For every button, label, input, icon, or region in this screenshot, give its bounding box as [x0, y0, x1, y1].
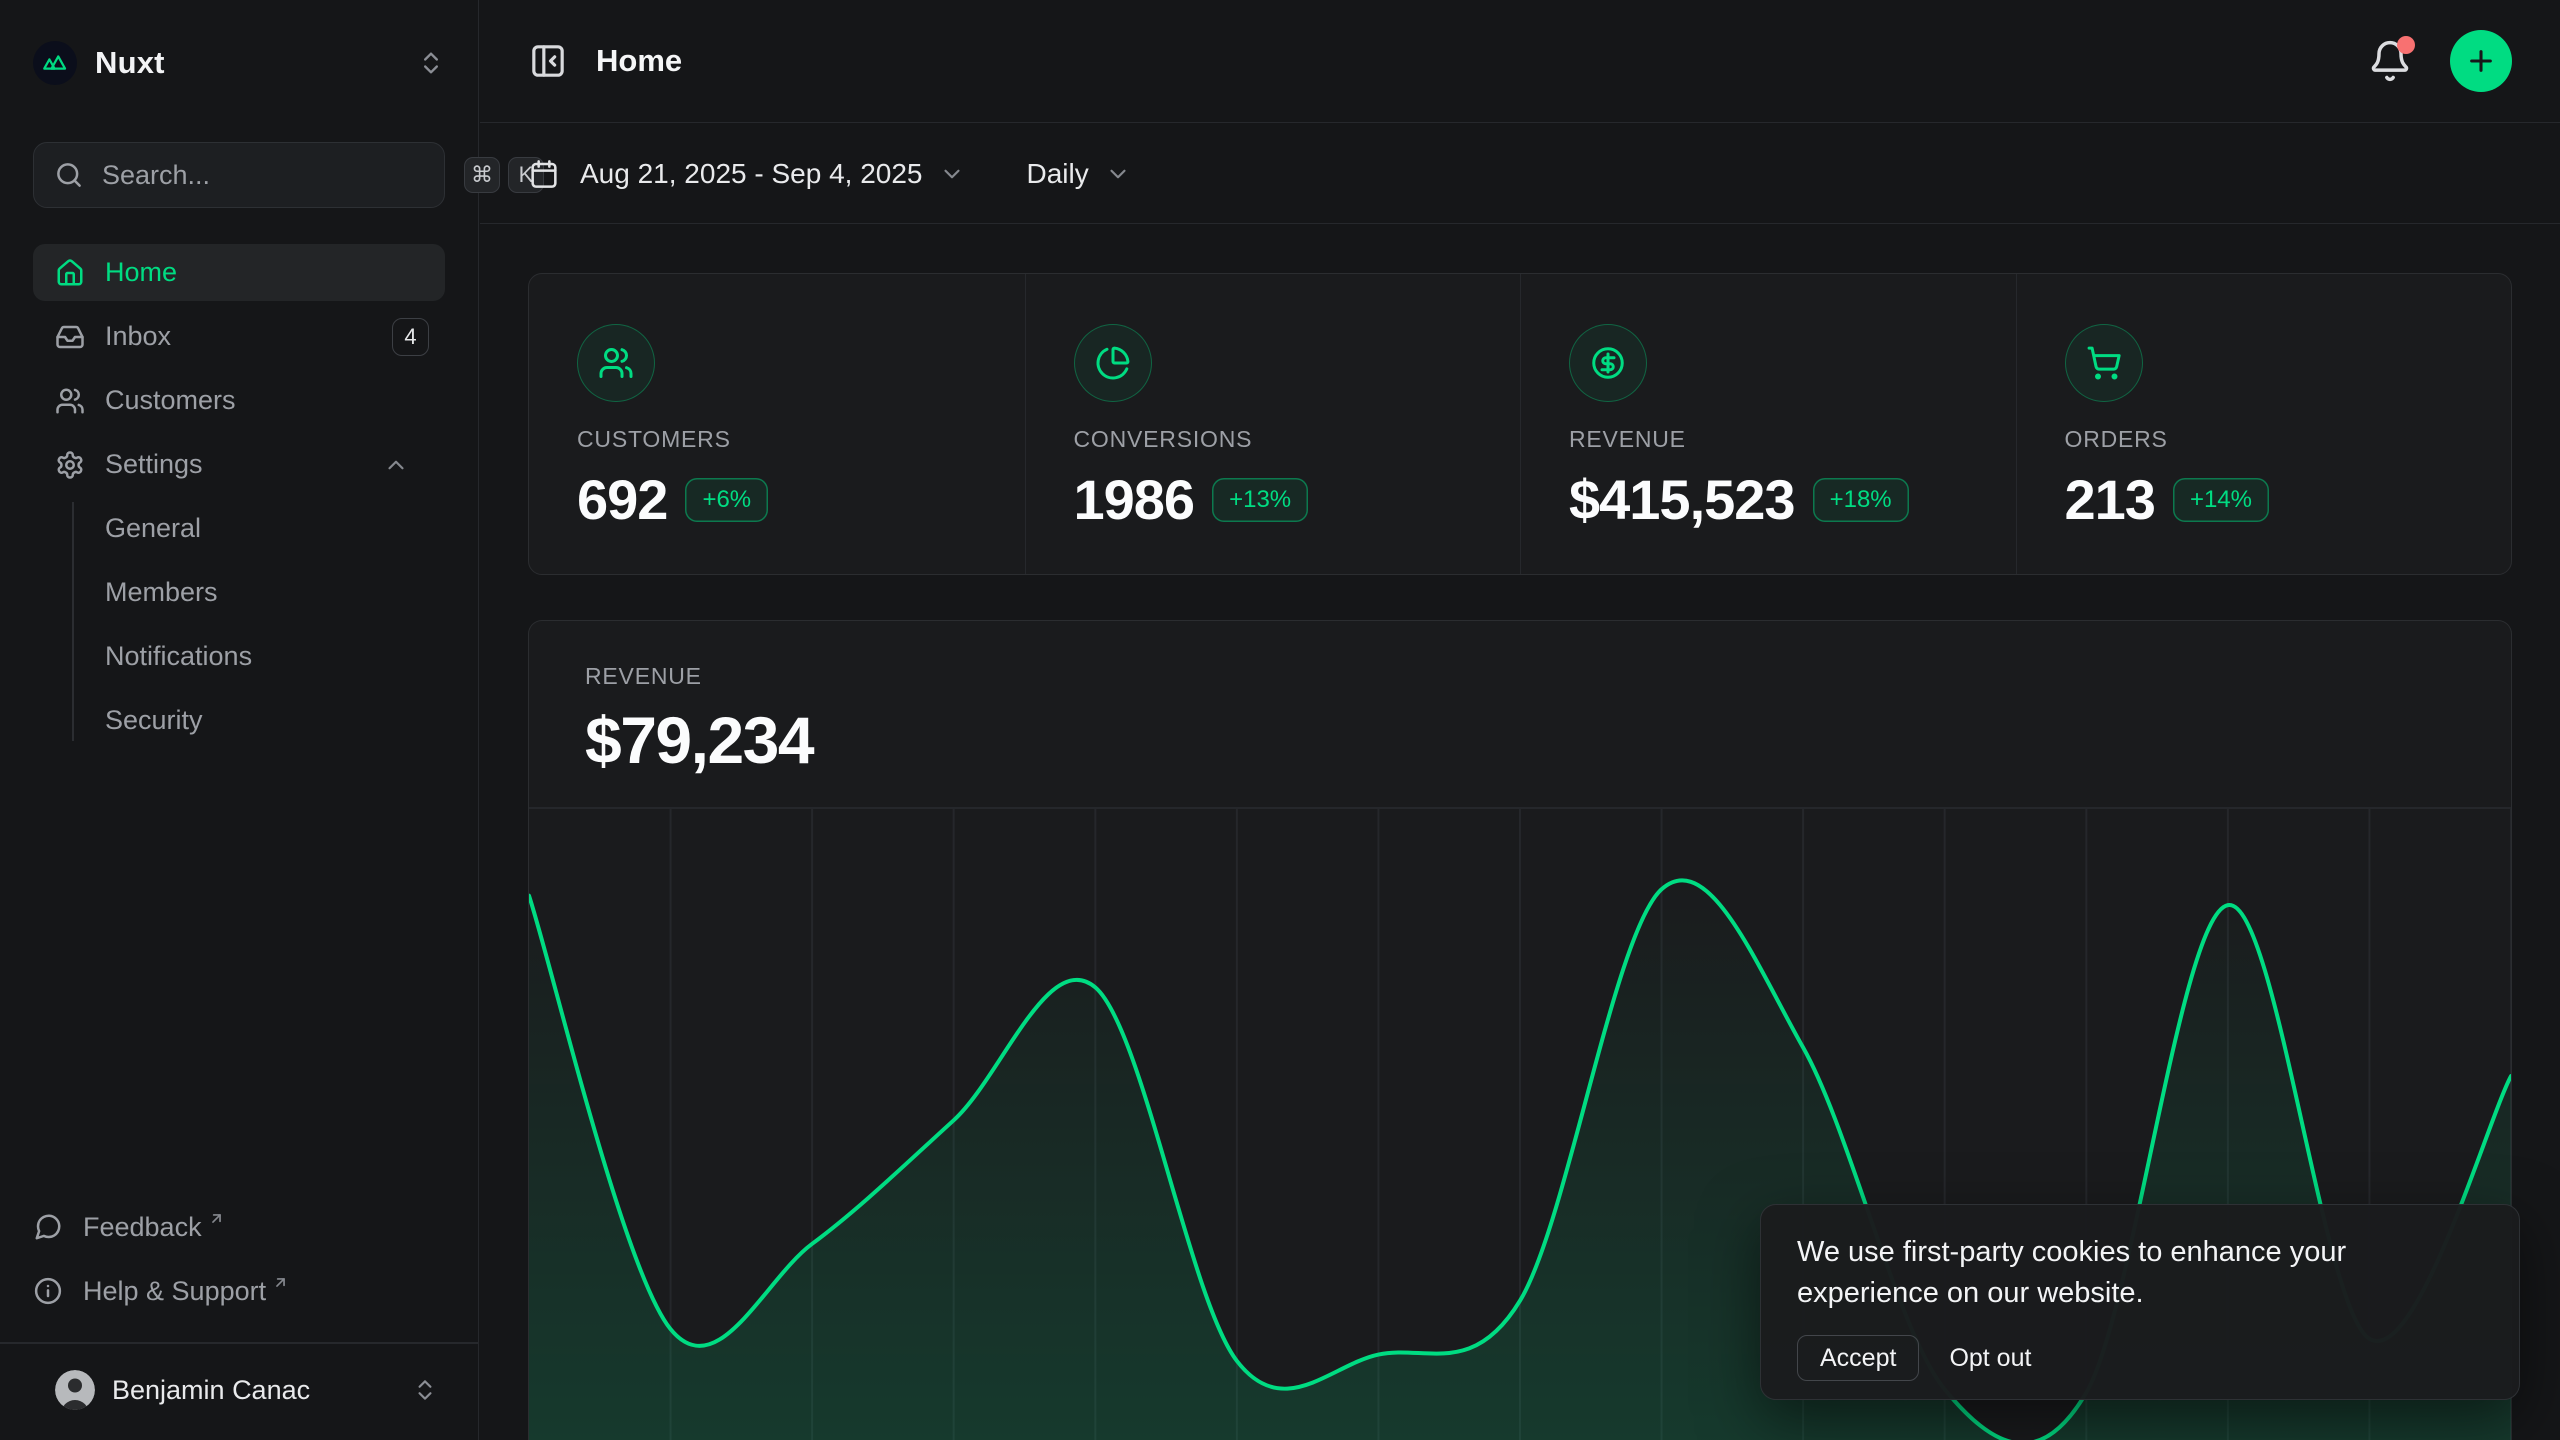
- shopping-cart-icon: [2065, 324, 2143, 402]
- stat-label: CONVERSIONS: [1074, 426, 1473, 453]
- calendar-icon: [528, 158, 560, 190]
- nuxt-logo-icon: [33, 41, 77, 85]
- chevron-down-icon: [1105, 161, 1131, 187]
- sub-item-label: Notifications: [105, 641, 252, 672]
- stat-delta-badge: +14%: [2173, 478, 2269, 522]
- plus-icon: [2465, 45, 2497, 77]
- sidebar-divider: [0, 1342, 478, 1344]
- accept-button[interactable]: Accept: [1797, 1335, 1919, 1381]
- chevron-down-icon: [939, 161, 965, 187]
- notification-dot: [2397, 36, 2415, 54]
- users-icon: [577, 324, 655, 402]
- stat-delta-badge: +13%: [1212, 478, 1308, 522]
- inbox-icon: [55, 322, 85, 352]
- collapse-sidebar-icon[interactable]: [528, 41, 568, 81]
- gear-icon: [55, 450, 85, 480]
- stat-delta-badge: +6%: [685, 478, 768, 522]
- sidebar-item-notifications[interactable]: Notifications: [72, 628, 445, 685]
- sidebar: Nuxt ⌘ K Home Inbox 4: [0, 0, 479, 1440]
- stat-card-revenue: REVENUE $415,523 +18%: [1520, 274, 2016, 574]
- stat-value: 1986: [1074, 467, 1195, 532]
- cookie-message: We use first-party cookies to enhance yo…: [1797, 1232, 2483, 1314]
- opt-out-button[interactable]: Opt out: [1933, 1335, 2047, 1381]
- cookie-actions: Accept Opt out: [1797, 1335, 2483, 1381]
- chevrons-up-down-icon: [417, 49, 445, 77]
- help-support-label: Help & Support: [83, 1276, 266, 1307]
- sidebar-item-label: Inbox: [105, 321, 171, 352]
- sub-item-label: General: [105, 513, 201, 544]
- chevron-up-icon: [383, 452, 409, 478]
- users-icon: [55, 386, 85, 416]
- sub-item-label: Security: [105, 705, 203, 736]
- add-button[interactable]: [2450, 30, 2512, 92]
- cookie-banner: We use first-party cookies to enhance yo…: [1760, 1204, 2520, 1400]
- sidebar-item-inbox[interactable]: Inbox 4: [33, 308, 445, 365]
- revenue-total: $79,234: [585, 702, 2455, 778]
- stat-delta-badge: +18%: [1813, 478, 1909, 522]
- stat-card-orders: ORDERS 213 +14%: [2016, 274, 2512, 574]
- feedback-label: Feedback: [83, 1212, 202, 1243]
- revenue-header: REVENUE $79,234: [529, 621, 2511, 778]
- avatar: [55, 1370, 95, 1410]
- sidebar-item-label: Settings: [105, 449, 203, 480]
- sidebar-nav: Home Inbox 4 Customers Settings Genera: [33, 244, 445, 756]
- sidebar-item-security[interactable]: Security: [72, 692, 445, 749]
- info-circle-icon: [33, 1276, 63, 1306]
- home-icon: [55, 258, 85, 288]
- sidebar-item-customers[interactable]: Customers: [33, 372, 445, 429]
- inbox-count-badge: 4: [392, 318, 429, 356]
- filterbar: Aug 21, 2025 - Sep 4, 2025 Daily: [480, 125, 2560, 224]
- date-range-value: Aug 21, 2025 - Sep 4, 2025: [580, 158, 923, 190]
- stat-label: ORDERS: [2065, 426, 2464, 453]
- sidebar-item-general[interactable]: General: [72, 500, 445, 557]
- sidebar-item-settings[interactable]: Settings: [33, 436, 445, 493]
- date-range-picker[interactable]: Aug 21, 2025 - Sep 4, 2025: [528, 158, 965, 190]
- notifications-button[interactable]: [2368, 39, 2412, 83]
- granularity-select[interactable]: Daily: [1027, 158, 1131, 190]
- sidebar-footer: Feedback Help & Support: [33, 1204, 445, 1332]
- sidebar-item-home[interactable]: Home: [33, 244, 445, 301]
- sidebar-item-label: Customers: [105, 385, 236, 416]
- workspace-switcher[interactable]: Nuxt: [33, 40, 445, 86]
- sidebar-item-members[interactable]: Members: [72, 564, 445, 621]
- external-link-icon: [272, 1274, 289, 1291]
- chevrons-up-down-icon: [412, 1377, 438, 1403]
- sidebar-item-label: Home: [105, 257, 177, 288]
- topbar-actions: [2368, 30, 2512, 92]
- stat-value: 692: [577, 467, 667, 532]
- stats-row: CUSTOMERS 692 +6% CONVERSIONS 1986 +13% …: [528, 273, 2512, 575]
- help-support-link[interactable]: Help & Support: [33, 1268, 445, 1314]
- stat-card-conversions: CONVERSIONS 1986 +13%: [1025, 274, 1521, 574]
- stat-card-customers: CUSTOMERS 692 +6%: [529, 274, 1025, 574]
- search-icon: [54, 160, 84, 190]
- revenue-label: REVENUE: [585, 663, 2455, 690]
- page-title: Home: [596, 43, 682, 79]
- sub-item-label: Members: [105, 577, 218, 608]
- topbar: Home: [480, 0, 2560, 123]
- stat-value: 213: [2065, 467, 2155, 532]
- search-field[interactable]: ⌘ K: [33, 142, 445, 208]
- granularity-value: Daily: [1027, 158, 1089, 190]
- stat-label: CUSTOMERS: [577, 426, 977, 453]
- stat-label: REVENUE: [1569, 426, 1968, 453]
- stat-value: $415,523: [1569, 467, 1795, 532]
- search-input[interactable]: [102, 160, 456, 191]
- circle-dollar-icon: [1569, 324, 1647, 402]
- user-name: Benjamin Canac: [112, 1375, 310, 1406]
- pie-chart-icon: [1074, 324, 1152, 402]
- user-menu[interactable]: Benjamin Canac: [16, 1354, 462, 1426]
- external-link-icon: [208, 1210, 225, 1227]
- message-circle-icon: [33, 1212, 63, 1242]
- feedback-link[interactable]: Feedback: [33, 1204, 445, 1250]
- workspace-name: Nuxt: [95, 45, 165, 81]
- dashboard-page: { "theme": { "accent": "#00dc82", "page_…: [0, 0, 2560, 1440]
- settings-subnav: General Members Notifications Security: [72, 500, 445, 749]
